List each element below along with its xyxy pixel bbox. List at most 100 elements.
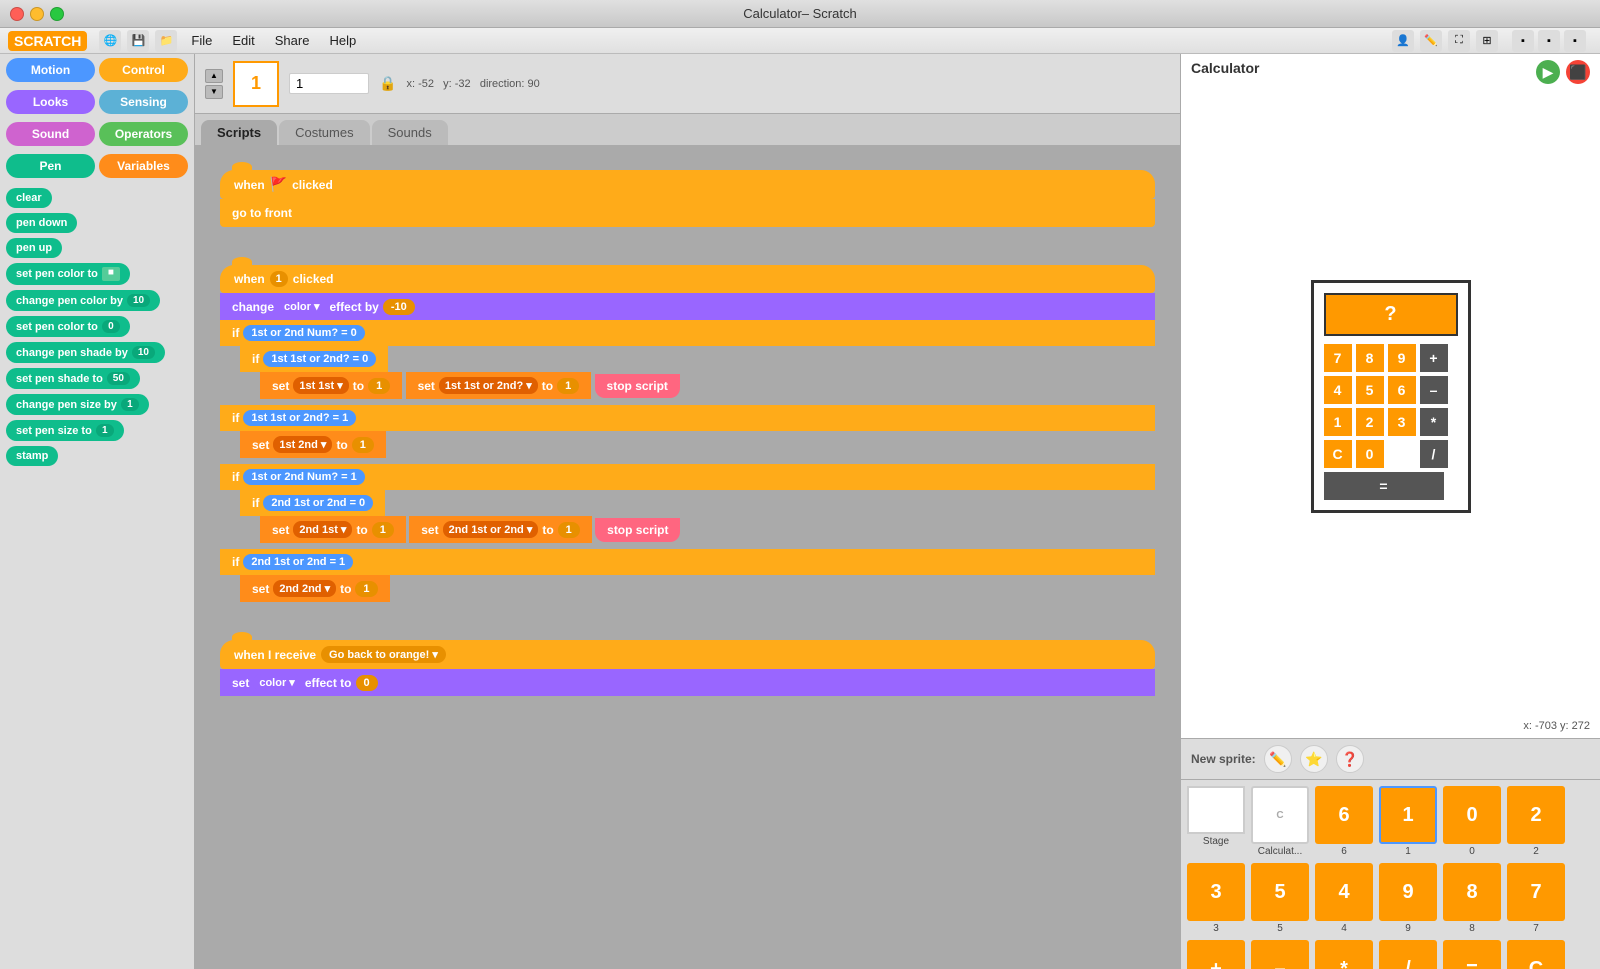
sprite-thumb-equals[interactable]: = — [1443, 940, 1501, 969]
calc-btn-7[interactable]: 7 — [1324, 344, 1352, 372]
add-sprite-star-btn[interactable]: ⭐ — [1300, 745, 1328, 773]
minimize-button[interactable] — [30, 7, 44, 21]
set-1st-2nd-to-1[interactable]: set 1st 2nd ▾ to 1 — [240, 431, 386, 458]
green-flag-button[interactable]: ▶ — [1536, 60, 1560, 84]
sprite-name-input[interactable] — [289, 73, 369, 94]
save-icon[interactable]: 💾 — [127, 30, 149, 52]
calc-btn-4[interactable]: 4 — [1324, 376, 1352, 404]
profile-icon[interactable]: 👤 — [1392, 30, 1414, 52]
fullscreen-icon[interactable]: ⛶ — [1448, 30, 1470, 52]
sprite-item-2[interactable]: 2 2 — [1507, 786, 1565, 857]
sprite-item-clear[interactable]: C Clear — [1507, 940, 1565, 969]
go-to-front-block[interactable]: go to front — [220, 199, 1155, 227]
layout-icon[interactable]: ⊞ — [1476, 30, 1498, 52]
sprite-item-3[interactable]: 3 3 — [1187, 863, 1245, 934]
share-menu[interactable]: Share — [267, 31, 318, 50]
calc-btn-1[interactable]: 1 — [1324, 408, 1352, 436]
calc-btn-c[interactable]: C — [1324, 440, 1352, 468]
calc-btn-3[interactable]: 3 — [1388, 408, 1416, 436]
category-motion[interactable]: Motion — [6, 58, 95, 82]
var-1st-1st[interactable]: 1st 1st ▾ — [293, 377, 348, 394]
file-menu[interactable]: File — [183, 31, 220, 50]
change-pen-size-block[interactable]: change pen size by 1 — [6, 394, 149, 415]
if-2nd-1st-or-2nd-eq-0[interactable]: if 2nd 1st or 2nd = 0 — [240, 490, 385, 516]
pen-down-block[interactable]: pen down — [6, 213, 77, 233]
calc-btn-0[interactable]: 0 — [1356, 440, 1384, 468]
change-pen-color-block[interactable]: change pen color by 10 — [6, 290, 160, 311]
sprite-item-4[interactable]: 4 4 — [1315, 863, 1373, 934]
sprite-item-calculator[interactable]: C Calculat... — [1251, 786, 1309, 857]
set-pen-color-color-block[interactable]: set pen color to ■ — [6, 263, 130, 285]
set-pen-size-block[interactable]: set pen size to 1 — [6, 420, 124, 441]
var-1st-2nd[interactable]: 1st 2nd ▾ — [273, 436, 332, 453]
if-1st-1st-or-2nd-eq-0[interactable]: if 1st 1st or 2nd? = 0 — [240, 346, 388, 372]
sprite-thumb-3[interactable]: 3 — [1187, 863, 1245, 921]
sprite-thumb-calculator[interactable]: C — [1251, 786, 1309, 844]
sprite-thumb-9[interactable]: 9 — [1379, 863, 1437, 921]
if-1st-or-2nd-num-eq-1[interactable]: if 1st or 2nd Num? = 1 — [220, 464, 1155, 490]
sprite-thumb-8[interactable]: 8 — [1443, 863, 1501, 921]
sprite-thumb-clear[interactable]: C — [1507, 940, 1565, 969]
calc-btn-multiply[interactable]: * — [1420, 408, 1448, 436]
sprite-item-7[interactable]: 7 7 — [1507, 863, 1565, 934]
tab-costumes[interactable]: Costumes — [279, 120, 370, 145]
maximize-button[interactable] — [50, 7, 64, 21]
sprite-item-5[interactable]: 5 5 — [1251, 863, 1309, 934]
sprite-item-equals[interactable]: = = — [1443, 940, 1501, 969]
add-sprite-paint-btn[interactable]: ✏️ — [1264, 745, 1292, 773]
effect-color-input[interactable]: color ▾ — [253, 674, 300, 691]
layout-2-btn[interactable]: ▪ — [1538, 30, 1560, 52]
layout-1-btn[interactable]: ▪ — [1512, 30, 1534, 52]
sprite-thumb-4[interactable]: 4 — [1315, 863, 1373, 921]
when-flag-clicked-hat[interactable]: when 🚩 clicked — [220, 170, 1155, 199]
sprite-item-multiply[interactable]: * * — [1315, 940, 1373, 969]
set-2nd-1st-to-1[interactable]: set 2nd 1st ▾ to 1 — [260, 516, 406, 543]
calc-btn-plus[interactable]: + — [1420, 344, 1448, 372]
category-operators[interactable]: Operators — [99, 122, 188, 146]
set-2nd-1st-or-2nd-to-1[interactable]: set 2nd 1st or 2nd ▾ to 1 — [409, 516, 592, 543]
category-variables[interactable]: Variables — [99, 154, 188, 178]
tab-sounds[interactable]: Sounds — [372, 120, 448, 145]
category-looks[interactable]: Looks — [6, 90, 95, 114]
sprite-thumb-1[interactable]: 1 — [1379, 786, 1437, 844]
when-1-clicked-hat[interactable]: when 1 clicked — [220, 265, 1155, 293]
stop-button[interactable]: ⬛ — [1566, 60, 1590, 84]
set-1st-1st-or-2nd-to-1[interactable]: set 1st 1st or 2nd? ▾ to 1 — [406, 372, 592, 399]
calc-btn-9[interactable]: 9 — [1388, 344, 1416, 372]
sprite-nav-down[interactable]: ▼ — [205, 85, 223, 99]
sprite-thumb-6[interactable]: 6 — [1315, 786, 1373, 844]
calc-btn-divide-vis[interactable]: / — [1420, 440, 1448, 468]
category-pen[interactable]: Pen — [6, 154, 95, 178]
stop-script-1[interactable]: stop script — [595, 374, 680, 398]
sprite-item-stage[interactable]: Stage — [1187, 786, 1245, 857]
set-pen-color-num-block[interactable]: set pen color to 0 — [6, 316, 130, 337]
sprite-thumb-5[interactable]: 5 — [1251, 863, 1309, 921]
calc-btn-6[interactable]: 6 — [1388, 376, 1416, 404]
set-pen-shade-block[interactable]: set pen shade to 50 — [6, 368, 140, 389]
if-1st-1st-or-2nd-eq-1[interactable]: if 1st 1st or 2nd? = 1 — [220, 405, 1155, 431]
cursor-icon[interactable]: ✏️ — [1420, 30, 1442, 52]
stage-thumbnail[interactable] — [1187, 786, 1245, 834]
sprite-item-plus[interactable]: + + — [1187, 940, 1245, 969]
sprite-item-divide[interactable]: / / — [1379, 940, 1437, 969]
change-pen-shade-block[interactable]: change pen shade by 10 — [6, 342, 165, 363]
sprite-thumb-minus[interactable]: – — [1251, 940, 1309, 969]
msg-input[interactable]: Go back to orange! ▾ — [321, 646, 446, 663]
category-control[interactable]: Control — [99, 58, 188, 82]
globe-icon[interactable]: 🌐 — [99, 30, 121, 52]
layout-3-btn[interactable]: ▪ — [1564, 30, 1586, 52]
set-2nd-2nd-to-1[interactable]: set 2nd 2nd ▾ to 1 — [240, 575, 390, 602]
sprite-item-6[interactable]: 6 6 — [1315, 786, 1373, 857]
calc-btn-2[interactable]: 2 — [1356, 408, 1384, 436]
var-1st-1st-or-2nd[interactable]: 1st 1st or 2nd? ▾ — [439, 377, 538, 394]
sprite-thumb-2[interactable]: 2 — [1507, 786, 1565, 844]
sprite-item-8[interactable]: 8 8 — [1443, 863, 1501, 934]
add-sprite-upload-btn[interactable]: ❓ — [1336, 745, 1364, 773]
stop-script-2[interactable]: stop script — [595, 518, 680, 542]
calc-btn-8[interactable]: 8 — [1356, 344, 1384, 372]
category-sound[interactable]: Sound — [6, 122, 95, 146]
set-1st-1st-to-1[interactable]: set 1st 1st ▾ to 1 — [260, 372, 402, 399]
effect-type-input[interactable]: color ▾ — [278, 298, 325, 315]
change-color-effect-block[interactable]: change color ▾ effect by -10 — [220, 293, 1155, 320]
when-receive-hat[interactable]: when I receive Go back to orange! ▾ — [220, 640, 1155, 669]
